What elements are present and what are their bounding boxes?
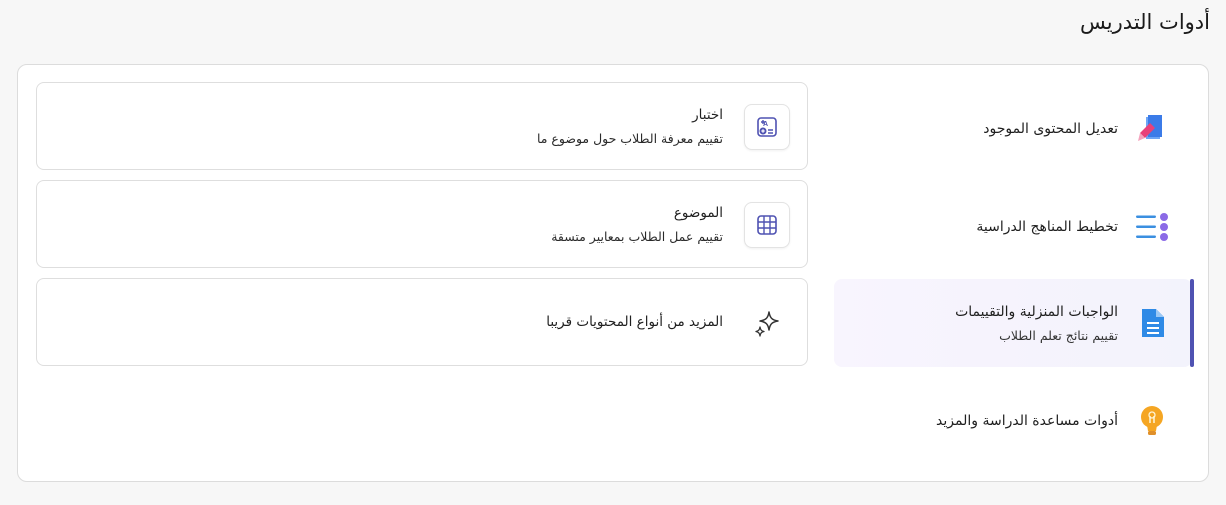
card-title: الموضوع xyxy=(673,204,723,221)
nav-item-description: تقييم نتائج تعلم الطلاب xyxy=(999,327,1118,343)
nav-item-label: تعديل المحتوى الموجود xyxy=(983,121,1118,137)
card-description: تقييم معرفة الطلاب حول موضوع ما xyxy=(536,130,723,146)
card-description: تقييم عمل الطلاب بمعايير متسقة xyxy=(551,228,723,244)
card-more-coming-soon: المزيد من أنواع المحتويات قريبا xyxy=(36,278,808,366)
card-title: اختبار xyxy=(692,106,723,123)
nav-item-edit-content[interactable]: تعديل المحتوى الموجود xyxy=(834,85,1192,173)
tools-panel: تعديل المحتوى الموجود تخطيط المناهج الدر… xyxy=(17,64,1209,482)
checklist-icon xyxy=(1136,213,1168,241)
card-title: المزيد من أنواع المحتويات قريبا xyxy=(546,314,723,330)
lightbulb-icon xyxy=(1141,406,1163,435)
nav-item-label: الواجبات المنزلية والتقييمات xyxy=(955,303,1118,320)
document-icon xyxy=(1142,309,1164,337)
nav-item-label: أدوات مساعدة الدراسة والمزيد xyxy=(936,413,1118,429)
quiz-icon: A xyxy=(744,104,790,150)
sparkle-icon xyxy=(744,300,790,346)
card-quiz[interactable]: A اختبار تقييم معرفة الطلاب حول موضوع ما xyxy=(36,82,808,170)
active-indicator xyxy=(1190,279,1194,367)
category-nav: تعديل المحتوى الموجود تخطيط المناهج الدر… xyxy=(834,65,1194,481)
nav-item-curriculum-planning[interactable]: تخطيط المناهج الدراسية xyxy=(834,183,1192,271)
card-rubric[interactable]: الموضوع تقييم عمل الطلاب بمعايير متسقة xyxy=(36,180,808,268)
page-title: أدوات التدريس xyxy=(1080,10,1210,34)
pencil-icon xyxy=(1138,115,1162,141)
grid-icon xyxy=(744,202,790,248)
nav-item-study-aids[interactable]: أدوات مساعدة الدراسة والمزيد xyxy=(834,377,1192,465)
nav-item-label: تخطيط المناهج الدراسية xyxy=(976,219,1118,235)
nav-item-homework-assessments[interactable]: الواجبات المنزلية والتقييمات تقييم نتائج… xyxy=(834,279,1194,367)
